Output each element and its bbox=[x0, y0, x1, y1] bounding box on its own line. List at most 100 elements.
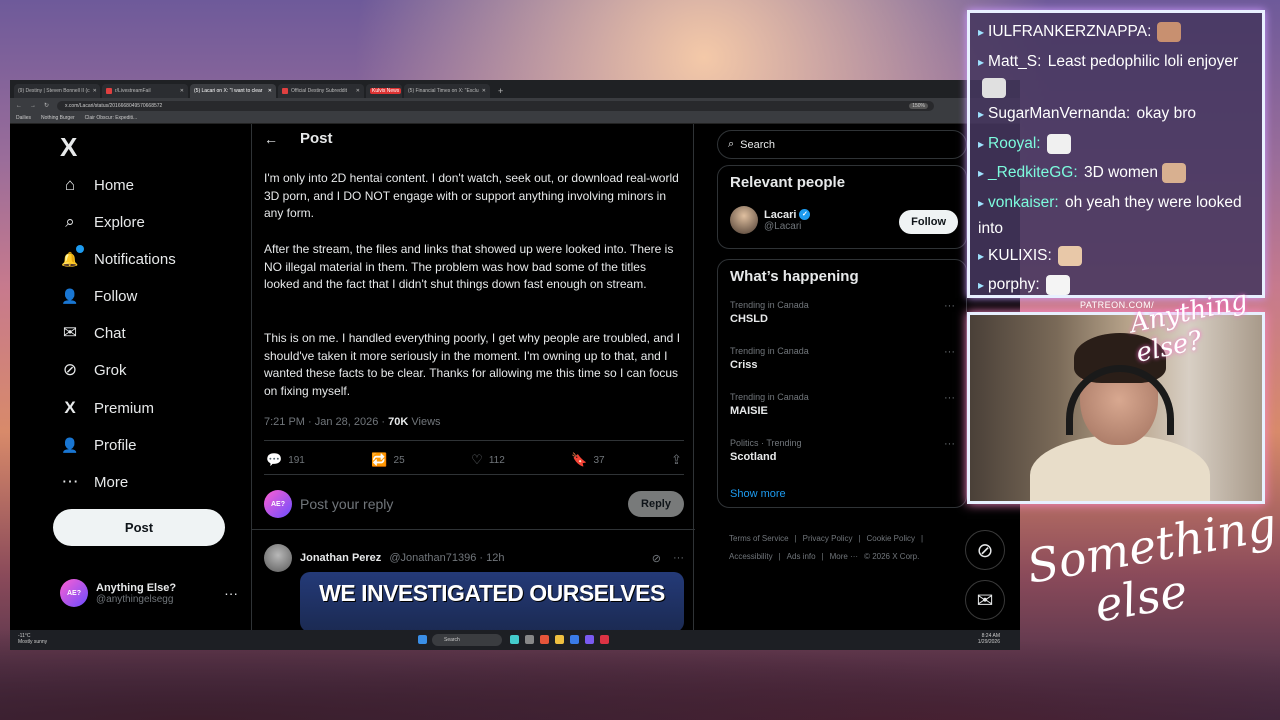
nav-item-notifications[interactable]: 🔔 Notifications bbox=[60, 245, 176, 269]
footer-link[interactable]: More ··· bbox=[830, 552, 858, 561]
app-icon[interactable] bbox=[570, 635, 579, 644]
footer-link[interactable]: Terms of Service bbox=[729, 534, 789, 543]
new-tab-button[interactable]: + bbox=[492, 84, 509, 98]
close-icon[interactable]: ✕ bbox=[356, 88, 360, 94]
grok-fab-icon[interactable]: ⊘ bbox=[965, 530, 1005, 570]
zoom-level[interactable]: 150% bbox=[909, 102, 928, 109]
bookmark-item[interactable]: Dailies bbox=[16, 115, 31, 121]
app-icon[interactable] bbox=[525, 635, 534, 644]
back-arrow-icon[interactable]: ← bbox=[16, 103, 22, 109]
more-dots-icon[interactable]: ··· bbox=[944, 438, 955, 450]
nav-item-more[interactable]: ⋯ More bbox=[60, 472, 129, 492]
footer-link[interactable]: Ads info bbox=[787, 552, 816, 561]
more-dots-icon[interactable]: ··· bbox=[673, 552, 684, 565]
bookmark-item[interactable]: Clair Obscur: Expediti... bbox=[85, 115, 138, 121]
chat-username[interactable]: SugarManVernanda: bbox=[988, 105, 1130, 122]
chat-username[interactable]: IULFRANKERZNAPPA: bbox=[988, 23, 1151, 40]
back-arrow-icon[interactable]: ← bbox=[264, 131, 278, 147]
browser-tab[interactable]: (9) Destiny | Steven Bonnell II (c ✕ bbox=[14, 84, 100, 98]
weather-widget[interactable]: -11°C Mostly sunny bbox=[18, 633, 47, 645]
share-action[interactable]: ⇪ bbox=[671, 452, 682, 468]
nav-item-profile[interactable]: 👤 Profile bbox=[60, 435, 136, 455]
browser-tab[interactable]: Kulvis News bbox=[366, 84, 402, 98]
show-more-link[interactable]: Show more bbox=[730, 488, 786, 500]
bookmark-item[interactable]: Nothing Burger bbox=[41, 115, 75, 121]
bookmark-action[interactable]: 🔖 37 bbox=[571, 452, 604, 468]
trend-category: Trending in Canada bbox=[730, 300, 809, 310]
search-input[interactable]: ⌕ Search bbox=[717, 130, 967, 159]
footer-link[interactable]: Privacy Policy bbox=[803, 534, 853, 543]
messages-fab-icon[interactable]: ✉ bbox=[965, 580, 1005, 620]
reply-input[interactable]: Post your reply bbox=[300, 496, 628, 512]
follow-button[interactable]: Follow bbox=[899, 210, 958, 234]
avatar bbox=[730, 206, 758, 234]
folder-icon[interactable] bbox=[555, 635, 564, 644]
browser-app-icon[interactable] bbox=[540, 635, 549, 644]
nav-item-explore[interactable]: ⌕ Explore bbox=[60, 212, 145, 232]
footer-separator: | bbox=[921, 534, 924, 543]
discord-icon[interactable] bbox=[585, 635, 594, 644]
repost-action[interactable]: 🔁 25 bbox=[371, 452, 404, 468]
trend-item[interactable]: Trending in Canada CHSLD ··· bbox=[730, 300, 955, 325]
tweet-author-handle: @Jonathan71396 · 12h bbox=[389, 552, 505, 564]
start-icon[interactable] bbox=[418, 635, 427, 644]
reply-button[interactable]: Reply bbox=[628, 491, 684, 517]
browser-tab[interactable]: r/LivestreamFail ✕ bbox=[102, 84, 188, 98]
more-dots-icon[interactable]: ··· bbox=[944, 346, 955, 358]
avatar[interactable] bbox=[264, 544, 292, 572]
trend-item[interactable]: Politics · Trending Scotland ··· bbox=[730, 438, 955, 463]
grok-icon[interactable]: ⊘ bbox=[652, 552, 661, 565]
chat-username[interactable]: Rooyal: bbox=[988, 135, 1041, 152]
post-button[interactable]: Post bbox=[53, 509, 225, 546]
nav-item-chat[interactable]: ✉ Chat bbox=[60, 323, 126, 343]
footer-link[interactable]: Cookie Policy bbox=[867, 534, 915, 543]
more-dots-icon[interactable]: ··· bbox=[944, 300, 955, 312]
post-paragraph: After the stream, the files and links th… bbox=[264, 242, 674, 292]
chat-username[interactable]: vonkaiser: bbox=[988, 194, 1059, 211]
system-tray[interactable]: 8:24 AM 1/29/2026 bbox=[978, 633, 1000, 645]
nav-item-follow[interactable]: 👤 Follow bbox=[60, 286, 137, 306]
chat-message: ▸ Matt_S: Least pedophilic loli enjoyer bbox=[978, 49, 1260, 100]
footer-separator: | bbox=[821, 552, 824, 561]
x-logo-icon[interactable]: X bbox=[60, 132, 77, 163]
chat-username[interactable]: KULIXIS: bbox=[988, 247, 1052, 264]
chat-emote-icon bbox=[1046, 133, 1071, 154]
tweet-image[interactable]: WE INVESTIGATED OURSELVES bbox=[300, 572, 684, 632]
reply-tweet[interactable]: Jonathan Perez @Jonathan71396 · 12h ⊘ ···… bbox=[264, 544, 684, 632]
app-icon[interactable] bbox=[600, 635, 609, 644]
trend-item[interactable]: Trending in Canada Criss ··· bbox=[730, 346, 955, 371]
whats-happening-card: What’s happening Trending in Canada CHSLD… bbox=[717, 259, 967, 508]
more-dots-icon[interactable]: ··· bbox=[944, 392, 955, 404]
taskbar-search[interactable]: Search bbox=[432, 634, 502, 646]
like-action[interactable]: ♡ 112 bbox=[471, 452, 505, 468]
reddit-icon bbox=[106, 88, 112, 94]
chat-username[interactable]: porphy: bbox=[988, 276, 1040, 293]
reply-action[interactable]: 💬 191 bbox=[266, 452, 305, 468]
forward-arrow-icon[interactable]: → bbox=[30, 103, 36, 109]
account-switcher[interactable]: AE? Anything Else? @anythingelsegg ··· bbox=[60, 579, 238, 607]
relevant-people-card: Relevant people Lacari ✓ @Lacari Follow bbox=[717, 165, 967, 249]
reload-icon[interactable]: ↻ bbox=[44, 102, 49, 109]
close-icon[interactable]: ✕ bbox=[93, 88, 97, 94]
url-field[interactable]: x.com/Lacari/status/2016668049570668572 1… bbox=[57, 100, 934, 111]
tweet-author-name[interactable]: Jonathan Perez bbox=[300, 552, 381, 564]
more-dots-icon[interactable]: ··· bbox=[224, 585, 238, 601]
close-icon[interactable]: ✕ bbox=[482, 88, 486, 94]
app-icon[interactable] bbox=[510, 635, 519, 644]
chat-username[interactable]: _RedkiteGG: bbox=[988, 164, 1078, 181]
nav-item-home[interactable]: ⌂ Home bbox=[60, 175, 134, 195]
close-icon[interactable]: ✕ bbox=[268, 88, 272, 94]
trend-item[interactable]: Trending in Canada MAISIE ··· bbox=[730, 392, 955, 417]
chat-username[interactable]: Matt_S: bbox=[988, 53, 1041, 70]
browser-tab[interactable]: (5) Financial Times on X: "Exclu ✕ bbox=[404, 84, 490, 98]
nav-item-premium[interactable]: X Premium bbox=[60, 398, 154, 418]
close-icon[interactable]: ✕ bbox=[180, 88, 184, 94]
nav-label: Grok bbox=[94, 361, 127, 379]
browser-tab[interactable]: Official Destiny Subreddit ✕ bbox=[278, 84, 364, 98]
nav-item-grok[interactable]: ⊘ Grok bbox=[60, 360, 127, 380]
search-icon: ⌕ bbox=[65, 212, 75, 231]
chat-badge-icon: ▸ bbox=[978, 107, 985, 121]
person-row[interactable]: Lacari ✓ @Lacari bbox=[730, 206, 811, 234]
browser-tab-active[interactable]: (5) Lacari on X: "I want to clear ✕ bbox=[190, 84, 276, 98]
footer-link[interactable]: Accessibility bbox=[729, 552, 773, 561]
